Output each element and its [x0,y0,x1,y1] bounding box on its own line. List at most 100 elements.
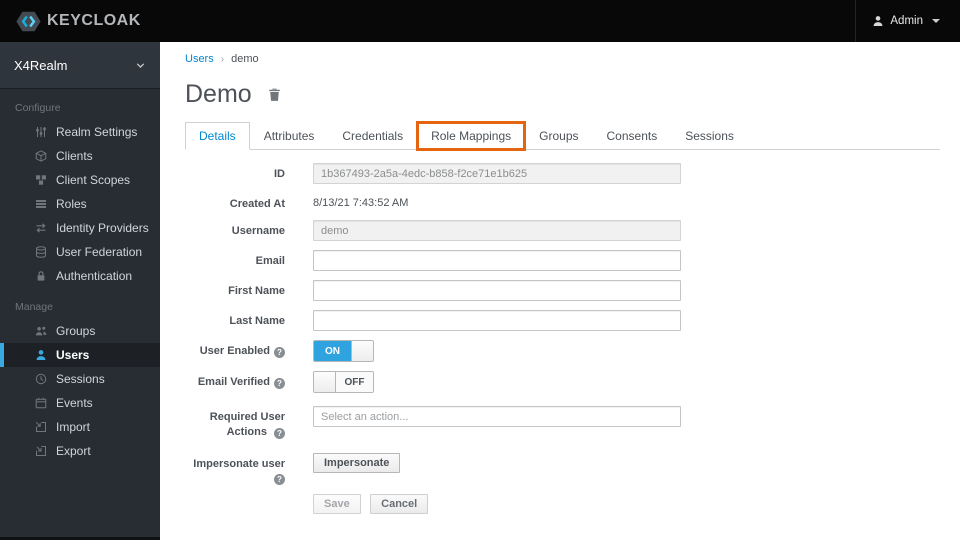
sidebar-item-label: Client Scopes [56,173,131,187]
first-name-field[interactable] [313,280,681,302]
trash-icon [268,88,280,101]
user-icon [34,349,47,361]
rows-icon [34,198,47,210]
toggle-handle [314,372,336,393]
toggle-on-label: ON [314,341,351,362]
export-icon [34,445,47,457]
tab-attributes[interactable]: Attributes [250,122,329,150]
id-label: ID [274,168,285,180]
sidebar-item-label: Authentication [56,269,133,283]
realm-name: X4Realm [14,57,68,73]
main-content: Users › demo Demo Details Attributes Cre… [160,42,960,540]
tab-details[interactable]: Details [185,122,250,150]
sidebar-item-label: Import [56,420,91,434]
delete-user-button[interactable] [267,87,282,102]
created-at-value: 8/13/21 7:43:52 AM [313,197,409,209]
sidebar-item-label: Export [56,444,91,458]
sidebar-item-roles[interactable]: Roles [0,192,160,216]
sidebar-item-import[interactable]: Import [0,415,160,439]
sidebar-item-user-federation[interactable]: User Federation [0,240,160,264]
toggle-handle [351,341,373,362]
id-field [313,163,681,184]
question-circle-icon: ? [274,347,285,359]
breadcrumb-current: demo [231,53,259,65]
sidebar-item-realm-settings[interactable]: Realm Settings [0,120,160,144]
created-at-label: Created At [229,198,285,210]
impersonate-user-label: Impersonate user? [193,457,285,486]
calendar-icon [34,397,47,409]
question-circle-icon: ? [274,378,285,390]
user-tabs: Details Attributes Credentials Role Mapp… [185,121,940,151]
last-name-field[interactable] [313,310,681,332]
required-user-actions-select[interactable] [313,406,681,428]
tab-sessions[interactable]: Sessions [671,122,748,150]
email-verified-toggle[interactable]: OFF [313,371,374,394]
sidebar-item-clients[interactable]: Clients [0,144,160,168]
tab-role-mappings[interactable]: Role Mappings [416,121,527,151]
keycloak-hexagon-icon [16,9,41,34]
sidebar-item-label: Clients [56,149,93,163]
sidebar-item-groups[interactable]: Groups [0,319,160,343]
lock-icon [34,270,47,282]
page-title: Demo [185,80,252,108]
section-label-configure: Configure [15,102,61,114]
keycloak-logo[interactable]: KEYCLOAK [0,9,141,34]
email-field[interactable] [313,250,681,272]
exchange-arrows-icon [34,222,47,234]
sidebar-item-users[interactable]: Users [0,343,160,367]
sidebar-item-label: User Federation [56,245,143,259]
email-label: Email [255,255,285,268]
sliders-icon [34,126,47,138]
save-button[interactable]: Save [313,494,361,515]
sidebar: X4Realm Configure Realm Settings Clients… [0,42,160,537]
last-name-label: Last Name [229,315,285,328]
cancel-button[interactable]: Cancel [370,494,429,515]
sidebar-item-identity-providers[interactable]: Identity Providers [0,216,160,240]
username-label: Username [231,225,285,238]
tab-credentials[interactable]: Credentials [328,122,417,150]
clock-icon [34,373,47,385]
email-verified-label: Email Verified? [185,371,285,397]
tab-groups[interactable]: Groups [525,122,592,150]
user-enabled-label: User Enabled? [185,340,285,362]
sidebar-item-label: Roles [56,197,87,211]
first-name-label: First Name [228,285,285,298]
sidebar-item-export[interactable]: Export [0,439,160,463]
user-enabled-toggle[interactable]: ON [313,340,374,363]
sidebar-item-events[interactable]: Events [0,391,160,415]
username-field [313,220,681,242]
top-navbar: KEYCLOAK Admin [0,0,960,42]
admin-label: Admin [890,15,923,27]
sidebar-item-label: Users [56,348,90,362]
question-circle-icon: ? [274,427,285,439]
sidebar-item-authentication[interactable]: Authentication [0,264,160,288]
users-group-icon [34,325,47,337]
brand-text: KEYCLOAK [47,12,141,29]
admin-menu[interactable]: Admin [855,0,960,42]
user-icon [872,15,884,27]
breadcrumb-separator: › [220,53,225,65]
chevron-down-icon [932,19,940,23]
realm-switcher[interactable]: X4Realm [0,42,160,89]
sidebar-item-label: Sessions [56,372,105,386]
sidebar-item-label: Realm Settings [56,125,138,139]
sidebar-item-sessions[interactable]: Sessions [0,367,160,391]
import-icon [34,421,47,433]
sidebar-item-label: Events [56,396,93,410]
chevron-down-icon [136,62,145,68]
tab-consents[interactable]: Consents [593,122,672,150]
breadcrumb: Users › demo [185,53,940,65]
actions-spacer [185,494,285,514]
toggle-off-label: OFF [336,372,373,393]
required-user-actions-label: Required User Actions ? [209,411,285,439]
sidebar-item-label: Groups [56,324,96,338]
sidebar-item-label: Identity Providers [56,221,149,235]
question-circle-icon: ? [274,474,285,486]
breadcrumb-users-link[interactable]: Users [185,53,214,65]
section-label-manage: Manage [15,301,53,313]
cubes-icon [34,174,47,186]
impersonate-button[interactable]: Impersonate [313,452,401,473]
database-icon [34,246,47,258]
sidebar-item-client-scopes[interactable]: Client Scopes [0,168,160,192]
user-details-form: ID Created At 8/13/21 7:43:52 AM Usernam… [185,163,940,515]
